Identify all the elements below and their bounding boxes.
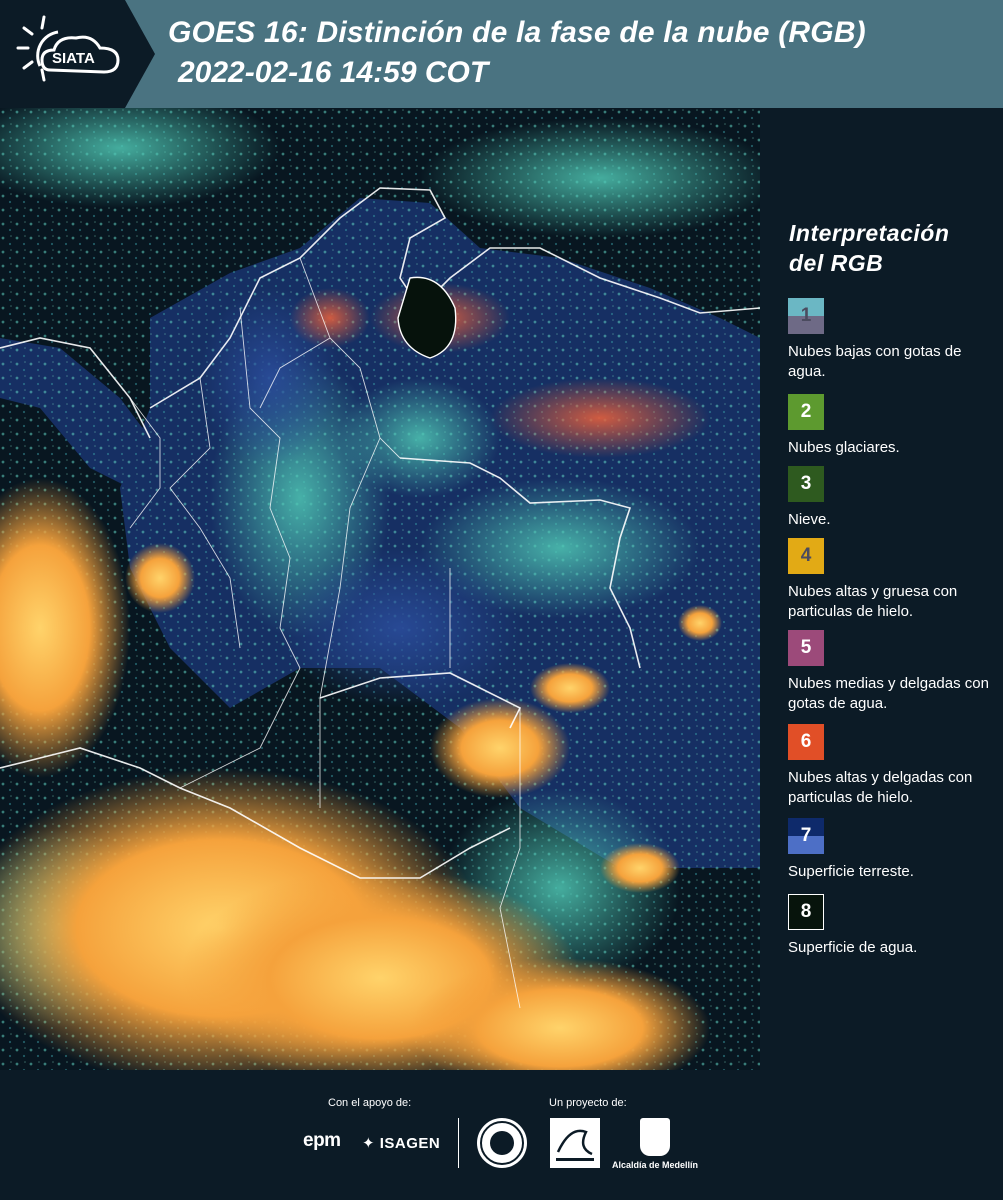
timestamp: 2022-02-16 14:59 COT <box>178 56 489 89</box>
legend-label-1: Nubes bajas con gotas de agua. <box>788 343 962 380</box>
legend-item-3: 3 Nieve. <box>788 466 998 530</box>
legend-label-3: Nieve. <box>788 511 831 528</box>
medellin-label: Alcaldía de Medellín <box>612 1160 699 1170</box>
legend-swatch-7: 7 <box>788 818 824 854</box>
legend-label-7: Superficie terreste. <box>788 863 914 880</box>
epm-logo: epm <box>303 1130 341 1151</box>
legend-swatch-8: 8 <box>788 894 824 930</box>
support-label: Con el apoyo de: <box>328 1097 412 1109</box>
legend-item-4: 4 Nubes altas y gruesa con particulas de… <box>788 538 998 622</box>
legend-item-2: 2 Nubes glaciares. <box>788 394 998 458</box>
legend-swatch-4: 4 <box>788 538 824 574</box>
legend-swatch-6: 6 <box>788 724 824 760</box>
legend-swatch-3: 3 <box>788 466 824 502</box>
legend-item-1: 1 Nubes bajas con gotas de agua. <box>788 298 998 382</box>
legend-swatch-2: 2 <box>788 394 824 430</box>
page-title: GOES 16: Distinción de la fase de la nub… <box>168 16 866 49</box>
legend-swatch-1: 1 <box>788 298 824 334</box>
satellite-map <box>0 108 760 1070</box>
seal-logo <box>477 1118 527 1168</box>
legend-item-7: 7 Superficie terreste. <box>788 818 998 882</box>
legend-swatch-5: 5 <box>788 630 824 666</box>
legend-label-8: Superficie de agua. <box>788 939 918 956</box>
legend-item-5: 5 Nubes medias y delgadas con gotas de a… <box>788 630 998 714</box>
medellin-shield-icon <box>640 1118 670 1156</box>
legend-label-2: Nubes glaciares. <box>788 439 900 456</box>
project-label: Un proyecto de: <box>549 1097 627 1109</box>
legend-label-4: Nubes altas y gruesa con particulas de h… <box>788 583 958 620</box>
footer-divider <box>458 1118 459 1168</box>
isagen-logo: ✦ ISAGEN <box>362 1135 441 1152</box>
footer: Con el apoyo de: Un proyecto de: epm ✦ I… <box>0 1070 1003 1200</box>
legend-item-8: 8 Superficie de agua. <box>788 894 998 958</box>
legend-label-5: Nubes medias y delgadas con gotas de agu… <box>788 675 989 712</box>
legend-label-6: Nubes altas y delgadas con particulas de… <box>788 769 973 806</box>
legend-panel: Interpretación del RGB 1 Nubes bajas con… <box>760 108 1003 1070</box>
header: SIATA GOES 16: Distinción de la fase de … <box>0 0 1003 108</box>
siata-logo: SIATA <box>0 0 155 108</box>
area-metropolitana-logo <box>550 1118 600 1168</box>
legend-item-6: 6 Nubes altas y delgadas con particulas … <box>788 724 998 808</box>
svg-text:SIATA: SIATA <box>52 50 95 67</box>
legend-title: Interpretación del RGB <box>789 220 950 276</box>
